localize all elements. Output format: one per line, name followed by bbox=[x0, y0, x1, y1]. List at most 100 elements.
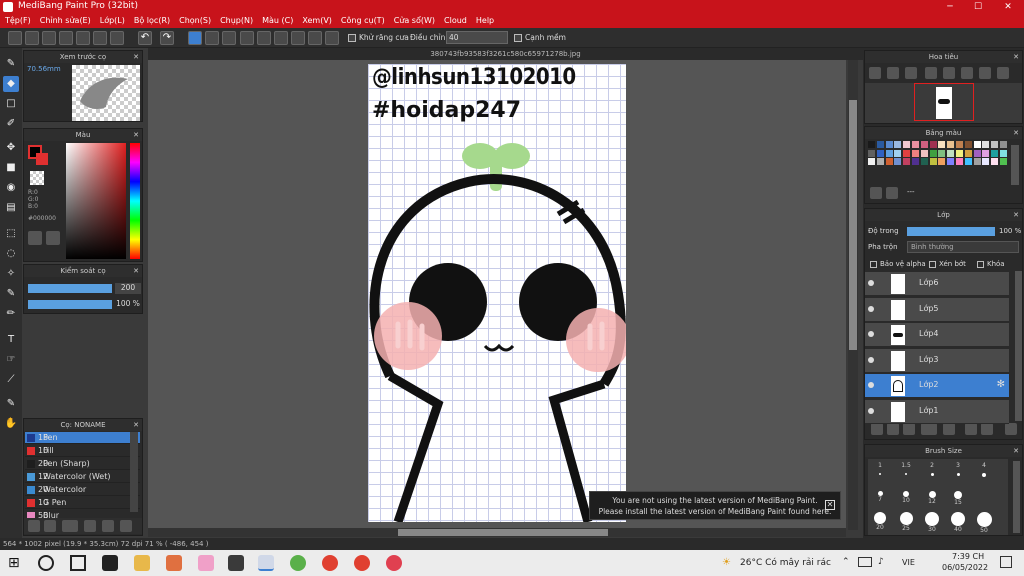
gradient-tool-icon[interactable]: ▤ bbox=[3, 200, 19, 216]
brush-add-icon[interactable] bbox=[44, 520, 56, 532]
layer-item[interactable]: Lớp5 bbox=[865, 297, 1009, 322]
palette-swatch[interactable] bbox=[947, 158, 955, 165]
close-icon[interactable]: ✕ bbox=[1013, 209, 1019, 221]
brush-item[interactable]: 10G Pen bbox=[25, 497, 140, 509]
menu-capture[interactable]: Chụp(N) bbox=[215, 14, 257, 25]
brush-paste-icon[interactable] bbox=[102, 520, 114, 532]
palette-swatch[interactable] bbox=[938, 141, 946, 148]
palette-swatch[interactable] bbox=[894, 141, 902, 148]
radial-snap-icon[interactable] bbox=[257, 31, 271, 45]
page-icon[interactable] bbox=[76, 31, 90, 45]
eyedropper-tool-icon[interactable]: ⟋ bbox=[3, 372, 19, 388]
menu-color[interactable]: Màu (C) bbox=[257, 14, 297, 25]
close-icon[interactable]: ✕ bbox=[133, 419, 139, 431]
close-button[interactable]: ✕ bbox=[994, 0, 1022, 14]
medibang-taskbar-icon[interactable] bbox=[258, 555, 274, 571]
vertical-scrollbar[interactable] bbox=[848, 60, 858, 530]
actual-size-icon[interactable] bbox=[925, 67, 937, 79]
brush-copy-icon[interactable] bbox=[84, 520, 96, 532]
brush-item[interactable]: 12Watercolor (Wet) bbox=[25, 471, 140, 483]
layer-item[interactable]: Lớp1 bbox=[865, 399, 1009, 424]
palette-swatch[interactable] bbox=[991, 141, 999, 148]
visibility-icon[interactable] bbox=[868, 382, 874, 388]
palette-swatch[interactable] bbox=[868, 158, 875, 165]
camera-icon[interactable] bbox=[228, 555, 244, 571]
palette-swatch[interactable] bbox=[956, 149, 963, 157]
brush-size-cell[interactable]: 15 bbox=[946, 487, 970, 506]
palette-swatch[interactable] bbox=[938, 149, 946, 157]
brush-size-cell[interactable]: 2 bbox=[920, 462, 944, 476]
move-tool-icon[interactable]: ✥ bbox=[3, 140, 19, 156]
close-notice-icon[interactable]: ✕ bbox=[825, 500, 835, 510]
palette-swatch[interactable] bbox=[964, 141, 972, 148]
clock-date[interactable]: 06/05/2022 bbox=[942, 563, 988, 572]
duplicate-layer-icon[interactable] bbox=[965, 423, 977, 435]
palette-swatch[interactable] bbox=[964, 149, 972, 157]
undo-icon[interactable]: ↶ bbox=[138, 31, 152, 45]
merge-layer-icon[interactable] bbox=[981, 423, 993, 435]
app-icon-2[interactable] bbox=[166, 555, 182, 571]
palette-swatch[interactable] bbox=[912, 158, 919, 165]
palette-swatch[interactable] bbox=[973, 149, 981, 157]
close-icon[interactable]: ✕ bbox=[1013, 127, 1019, 139]
palette-swatch[interactable] bbox=[929, 141, 937, 148]
hand-tool-icon[interactable]: ✋ bbox=[3, 416, 19, 432]
palette-swatch[interactable] bbox=[912, 141, 919, 148]
gear-icon[interactable]: ✻ bbox=[997, 379, 1005, 390]
cloud-upload-icon[interactable] bbox=[25, 31, 39, 45]
palette-swatch[interactable] bbox=[876, 158, 884, 165]
palette-swatch[interactable] bbox=[956, 141, 963, 148]
tray-expand-icon[interactable]: ⌃ bbox=[842, 557, 850, 567]
minimize-button[interactable]: ─ bbox=[936, 0, 964, 14]
brush-delete-icon[interactable] bbox=[120, 520, 132, 532]
text-tool-icon[interactable]: T bbox=[3, 332, 19, 348]
operation-tool-icon[interactable]: ☞ bbox=[3, 352, 19, 368]
palette-add-icon[interactable] bbox=[870, 187, 882, 199]
palette-swatch[interactable] bbox=[947, 149, 955, 157]
chrome-icon[interactable] bbox=[322, 555, 338, 571]
palette-swatch[interactable] bbox=[912, 149, 919, 157]
select-eraser-icon[interactable]: ✏ bbox=[3, 306, 19, 322]
brush-size-cell[interactable]: 50 bbox=[972, 512, 996, 534]
eraser-tool-icon[interactable]: ◆ bbox=[3, 76, 19, 92]
brush-size-cell[interactable]: 10 bbox=[894, 487, 918, 504]
brush-size-slider[interactable] bbox=[28, 284, 112, 293]
palette-delete-icon[interactable] bbox=[886, 187, 898, 199]
pen-tool-2-icon[interactable]: ✎ bbox=[3, 396, 19, 412]
palette-swatch[interactable] bbox=[920, 149, 928, 157]
palette-swatch[interactable] bbox=[991, 158, 999, 165]
capcut-icon[interactable] bbox=[102, 555, 118, 571]
update-notification[interactable]: You are not using the latest version of … bbox=[589, 491, 841, 520]
chrome-icon-2[interactable] bbox=[354, 555, 370, 571]
visibility-icon[interactable] bbox=[868, 331, 874, 337]
palette-scrollbar[interactable] bbox=[1011, 145, 1019, 185]
visibility-icon[interactable] bbox=[868, 356, 874, 363]
palette-swatch[interactable] bbox=[973, 158, 981, 165]
navigator-view[interactable] bbox=[865, 83, 1022, 123]
brush-item[interactable]: 20Pen (Sharp) bbox=[25, 458, 140, 470]
close-icon[interactable]: ✕ bbox=[1013, 51, 1019, 63]
close-icon[interactable]: ✕ bbox=[133, 51, 139, 63]
rotate-left-icon[interactable] bbox=[961, 67, 973, 79]
saturation-value-picker[interactable] bbox=[66, 143, 126, 259]
menu-cloud[interactable]: Cloud bbox=[439, 14, 471, 25]
maximize-button[interactable]: ☐ bbox=[964, 0, 992, 14]
lock-checkbox[interactable] bbox=[977, 261, 984, 268]
menu-view[interactable]: Xem(V) bbox=[297, 14, 336, 25]
settings-snap-icon[interactable] bbox=[325, 31, 339, 45]
snap-off-icon[interactable] bbox=[188, 31, 202, 45]
list-icon[interactable] bbox=[93, 31, 107, 45]
rotate-reset-icon[interactable] bbox=[979, 67, 991, 79]
brush-size-cell[interactable]: 25 bbox=[894, 512, 918, 532]
search-icon[interactable] bbox=[38, 555, 54, 571]
palette-swatch[interactable] bbox=[903, 158, 911, 165]
volume-icon[interactable]: ♪ bbox=[878, 557, 884, 567]
app-icon-4[interactable] bbox=[290, 555, 306, 571]
windows-start-icon[interactable]: ⊞ bbox=[8, 555, 24, 571]
brush-size-cell[interactable]: 12 bbox=[920, 487, 944, 505]
palette-swatch[interactable] bbox=[920, 141, 928, 148]
layer-scrollbar[interactable] bbox=[1015, 271, 1022, 421]
lasso-tool-icon[interactable]: ◌ bbox=[3, 246, 19, 262]
add-halftone-layer-icon[interactable] bbox=[887, 423, 899, 435]
palette-swatch[interactable] bbox=[876, 141, 884, 148]
